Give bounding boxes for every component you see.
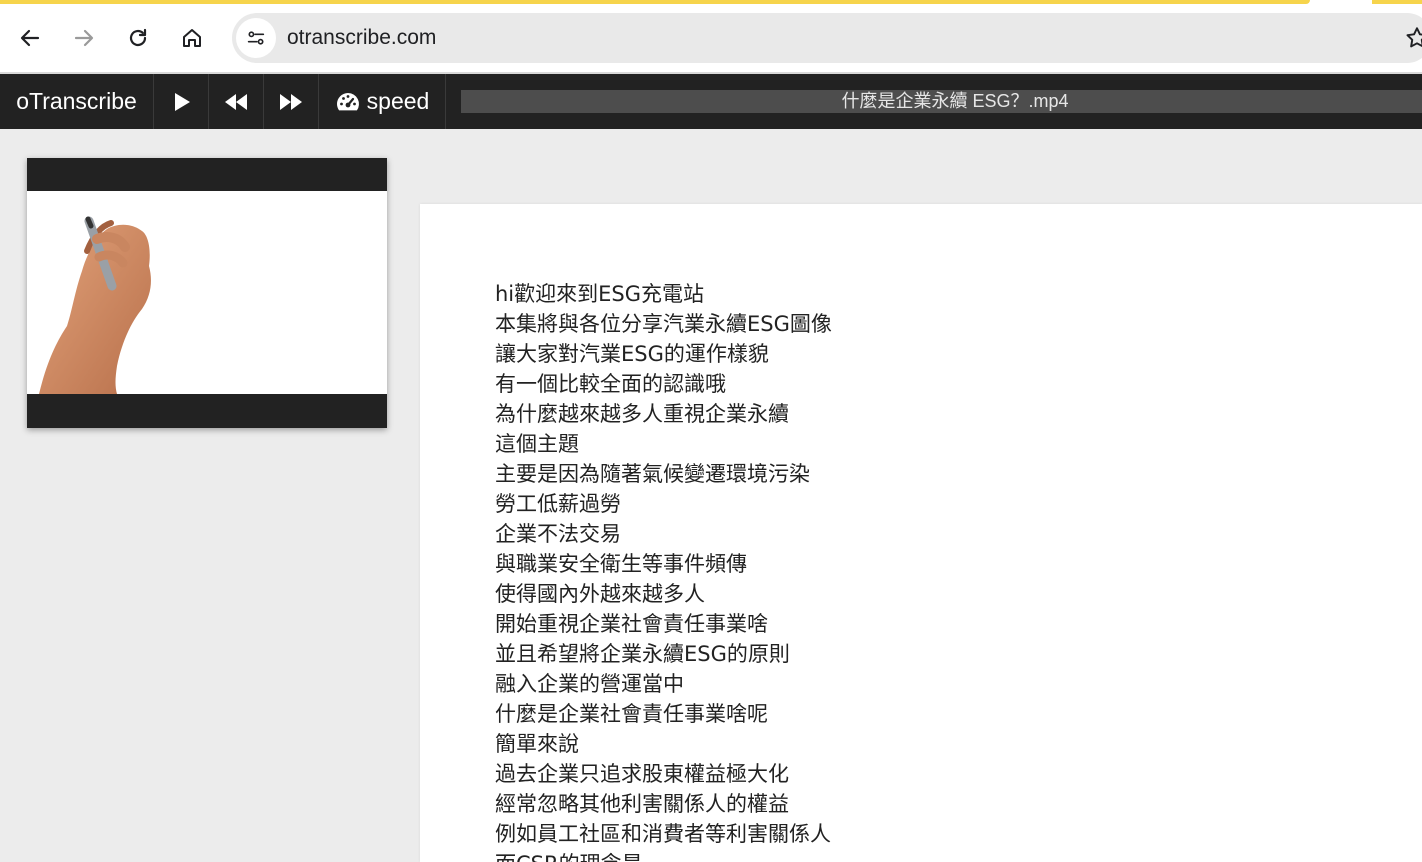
transcript-line[interactable]: 為什麼越來越多人重視企業永續 bbox=[495, 399, 1395, 429]
bookmark-button[interactable] bbox=[1404, 25, 1422, 51]
tune-icon bbox=[247, 31, 265, 45]
hand-drawing-image bbox=[39, 216, 151, 394]
back-button[interactable] bbox=[12, 20, 48, 56]
transcript-line[interactable]: 而CSR的理念是 bbox=[495, 849, 1395, 862]
transcript-line[interactable]: 勞工低薪過勞 bbox=[495, 489, 1395, 519]
reload-icon bbox=[129, 28, 147, 47]
transcript-line[interactable]: 企業不法交易 bbox=[495, 519, 1395, 549]
rewind-button[interactable] bbox=[209, 74, 264, 129]
transcript-editor[interactable]: hi歡迎來到ESG充電站 本集將與各位分享汽業永續ESG圖像 讓大家對汽業ESG的運… bbox=[420, 204, 1422, 862]
transcript-line[interactable]: 本集將與各位分享汽業永續ESG圖像 bbox=[495, 309, 1395, 339]
active-tab-accent bbox=[0, 0, 1310, 4]
transcript-line[interactable]: 這個主題 bbox=[495, 429, 1395, 459]
tab-accent bbox=[1372, 0, 1422, 4]
home-icon bbox=[183, 29, 201, 47]
transcript-lines[interactable]: hi歡迎來到ESG充電站 本集將與各位分享汽業永續ESG圖像 讓大家對汽業ESG的運… bbox=[495, 279, 1395, 862]
speed-label: speed bbox=[366, 88, 430, 114]
transcript-line[interactable]: 開始重視企業社會責任事業啥 bbox=[495, 609, 1395, 639]
play-button[interactable] bbox=[154, 74, 209, 129]
fast-forward-icon bbox=[280, 93, 302, 110]
app-title: oTranscribe bbox=[0, 74, 154, 129]
rewind-icon bbox=[225, 93, 247, 110]
transcript-line[interactable]: 簡單來說 bbox=[495, 729, 1395, 759]
transcript-line[interactable]: 與職業安全衛生等事件頻傳 bbox=[495, 549, 1395, 579]
transcript-line[interactable]: 例如員工社區和消費者等利害關係人 bbox=[495, 819, 1395, 849]
forward-button[interactable] bbox=[66, 20, 102, 56]
transcript-line[interactable]: 什麼是企業社會責任事業啥呢 bbox=[495, 699, 1395, 729]
transcript-line[interactable]: 使得國內外越來越多人 bbox=[495, 579, 1395, 609]
transcript-line[interactable]: 並且希望將企業永續ESG的原則 bbox=[495, 639, 1395, 669]
arrow-left-icon bbox=[20, 29, 40, 47]
star-icon bbox=[1406, 27, 1422, 48]
transcript-line[interactable]: 融入企業的營運當中 bbox=[495, 669, 1395, 699]
transcript-line[interactable]: 過去企業只追求股東權益極大化 bbox=[495, 759, 1395, 789]
home-button[interactable] bbox=[174, 20, 210, 56]
transcript-line[interactable]: hi歡迎來到ESG充電站 bbox=[495, 279, 1395, 309]
file-name: 什麼是企業永續 ESG？.mp4 bbox=[841, 91, 1069, 111]
play-icon bbox=[175, 92, 190, 111]
arrow-right-icon bbox=[74, 29, 94, 47]
url-text[interactable]: otranscribe.com bbox=[287, 24, 436, 52]
browser-chrome: otranscribe.com bbox=[0, 0, 1422, 74]
video-player[interactable] bbox=[27, 158, 387, 428]
fast-forward-button[interactable] bbox=[264, 74, 319, 129]
speed-button[interactable]: speed bbox=[319, 74, 446, 129]
transcript-line[interactable]: 主要是因為隨著氣候變遷環境污染 bbox=[495, 459, 1395, 489]
transcript-line[interactable]: 有一個比較全面的認識哦 bbox=[495, 369, 1395, 399]
transcript-line[interactable]: 讓大家對汽業ESG的運作樣貌 bbox=[495, 339, 1395, 369]
video-frame bbox=[27, 191, 387, 394]
reload-button[interactable] bbox=[120, 20, 156, 56]
transcript-line[interactable]: 經常忽略其他利害關係人的權益 bbox=[495, 789, 1395, 819]
speedometer-icon bbox=[336, 92, 359, 110]
site-info-button[interactable] bbox=[236, 18, 276, 58]
media-progress-bar[interactable]: 什麼是企業永續 ESG？.mp4 bbox=[461, 90, 1422, 113]
